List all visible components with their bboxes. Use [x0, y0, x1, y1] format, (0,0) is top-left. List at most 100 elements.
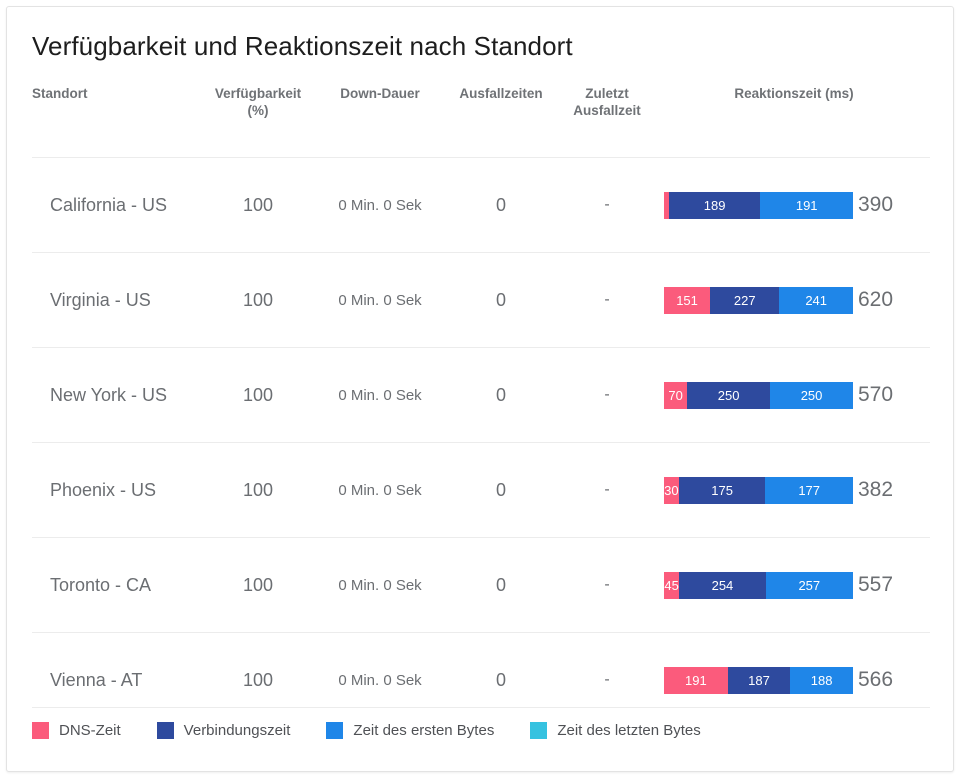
bar-segment-dns[interactable]: 191: [664, 666, 728, 694]
response-time-stacked-bar[interactable]: 45 254 257: [664, 571, 853, 599]
cell-last-outage: -: [556, 252, 658, 348]
bar-segment-value: 151: [676, 292, 698, 308]
legend-swatch-icon: [32, 722, 49, 739]
table-row: California - US 100 0 Min. 0 Sek 0- 189 191 39…: [32, 157, 930, 253]
bar-segment-value: 227: [733, 292, 756, 308]
bar-segment-dns[interactable]: 70: [664, 381, 688, 409]
response-time-bar-wrapper: 191 187 188 566: [658, 666, 930, 694]
bar-segment-dns[interactable]: 30: [664, 476, 679, 504]
legend-item[interactable]: Verbindungszeit: [156, 722, 291, 739]
bar-segment-value: 30: [664, 482, 679, 498]
response-time-bar-wrapper: 70 250 250 570: [658, 381, 930, 409]
cell-last-outage: -: [556, 157, 658, 253]
page-title: Verfügbarkeit und Reaktionszeit nach Sta…: [32, 31, 573, 61]
table-row: Virginia - US 100 0 Min. 0 Sek 0- 151 227 241 6…: [32, 252, 930, 348]
legend-swatch-icon: [156, 722, 174, 739]
table-row: Phoenix - US 100 0 Min. 0 Sek 0-30 175 177 382: [32, 442, 930, 538]
table-row: New York - US 100 0 Min. 0 Sek 0-70 250 250 57…: [32, 347, 930, 443]
column-header-response-time: Reaktionszeit (ms): [658, 85, 930, 158]
bar-segment-first-byte[interactable]: 257: [765, 571, 853, 599]
bar-segment-dns[interactable]: 45: [664, 571, 680, 599]
column-header-location-label: Standort: [32, 86, 88, 101]
response-time-stacked-bar[interactable]: 191 187 188: [664, 666, 853, 694]
cell-last-outage: -: [556, 442, 658, 538]
locations-table: Standort Verfügbarkeit (%) Down-Dauer Au…: [32, 85, 930, 727]
table-row: Toronto - CA 100 0 Min. 0 Sek 0-45 254 257 557: [32, 537, 930, 633]
cell-location: New York - US: [32, 347, 202, 443]
bar-segment-value: 257: [798, 577, 821, 593]
response-time-bar-wrapper: 189 191 390: [658, 191, 930, 219]
bar-segment-dns[interactable]: 151: [664, 286, 711, 314]
column-header-downtime-duration: Down-Dauer: [314, 85, 446, 158]
legend-item-label: Zeit des ersten Bytes: [353, 722, 495, 739]
cell-location: Phoenix - US: [32, 442, 202, 538]
cell-availability: 100: [202, 347, 314, 443]
response-time-stacked-bar[interactable]: 70 250 250: [664, 381, 853, 409]
table-body: California - US 100 0 Min. 0 Sek 0-189 191 39…: [32, 157, 930, 727]
column-header-outages: Ausfallzeiten: [446, 85, 556, 158]
column-header-downtime-duration-label: Down-Dauer: [340, 86, 420, 101]
cell-location: Virginia - US: [32, 252, 202, 348]
bar-segment-value: 191: [685, 672, 707, 688]
bar-segment-first-byte[interactable]: 188: [790, 666, 853, 694]
cell-response-time: 189 191 390: [658, 157, 930, 253]
response-time-total: 557: [858, 573, 894, 596]
column-header-last-outage-sublabel: Ausfallzeit: [573, 103, 641, 118]
legend-swatch-icon: [326, 722, 344, 739]
response-time-stacked-bar[interactable]: 30 175 177: [664, 476, 853, 504]
cell-last-outage: -: [556, 537, 658, 633]
bar-segment-value: 45: [664, 577, 679, 593]
bar-segment-connection[interactable]: 175: [678, 476, 766, 504]
bar-segment-connection[interactable]: 189: [668, 191, 761, 219]
cell-availability: 100: [202, 252, 314, 348]
cell-availability: 100: [202, 442, 314, 538]
response-time-total: 566: [858, 668, 894, 691]
cell-outages: 0: [446, 157, 556, 253]
bar-segment-value: 188: [810, 672, 833, 688]
cell-availability: 100: [202, 157, 314, 253]
cell-outages: 0: [446, 347, 556, 443]
column-header-availability-label: Verfügbarkeit: [214, 86, 302, 101]
table-header-row: Standort Verfügbarkeit (%) Down-Dauer Au…: [32, 85, 930, 158]
bar-segment-value: 187: [748, 672, 770, 688]
legend-item-label: Verbindungszeit: [183, 722, 291, 739]
response-time-stacked-bar[interactable]: 189 191: [664, 191, 853, 219]
bar-segment-connection[interactable]: 187: [727, 666, 791, 694]
response-time-bar-wrapper: 30 175 177 382: [658, 476, 930, 504]
legend-item[interactable]: Zeit des ersten Bytes: [326, 722, 494, 739]
cell-location: Toronto - CA: [32, 537, 202, 633]
cell-downtime-duration: 0 Min. 0 Sek: [314, 537, 446, 633]
column-header-response-time-label: Reaktionszeit (ms): [734, 86, 854, 101]
cell-outages: 0: [446, 252, 556, 348]
table-header: Standort Verfügbarkeit (%) Down-Dauer Au…: [32, 85, 930, 158]
bar-segment-first-byte[interactable]: 177: [765, 476, 853, 504]
bar-segment-value: 250: [800, 387, 823, 403]
cell-last-outage: -: [556, 347, 658, 443]
bar-segment-connection[interactable]: 227: [710, 286, 780, 314]
legend-item[interactable]: Zeit des letzten Bytes: [530, 722, 701, 739]
legend-swatch-icon: [530, 722, 548, 739]
availability-response-time-card: Verfügbarkeit und Reaktionszeit nach Sta…: [6, 6, 954, 772]
response-time-total: 620: [858, 288, 894, 311]
response-time-stacked-bar[interactable]: 151 227 241: [664, 286, 853, 314]
bar-segment-value: 191: [795, 197, 818, 213]
cell-downtime-duration: 0 Min. 0 Sek: [314, 252, 446, 348]
bar-segment-connection[interactable]: 250: [687, 381, 771, 409]
legend-item-label: Zeit des letzten Bytes: [557, 722, 701, 739]
legend-item[interactable]: DNS-Zeit: [32, 722, 121, 739]
response-time-total: 570: [858, 383, 894, 406]
column-header-availability: Verfügbarkeit (%): [202, 85, 314, 158]
legend-item-label: DNS-Zeit: [59, 722, 121, 739]
response-time-total: 390: [858, 193, 894, 216]
cell-downtime-duration: 0 Min. 0 Sek: [314, 157, 446, 253]
response-time-bar-wrapper: 45 254 257 557: [658, 571, 930, 599]
bar-segment-first-byte[interactable]: 241: [779, 286, 853, 314]
bar-segment-first-byte[interactable]: 250: [770, 381, 853, 409]
cell-location: California - US: [32, 157, 202, 253]
cell-availability: 100: [202, 537, 314, 633]
column-header-outages-label: Ausfallzeiten: [459, 86, 543, 101]
cell-outages: 0: [446, 537, 556, 633]
bar-segment-connection[interactable]: 254: [679, 571, 766, 599]
cell-response-time: 70 250 250 570: [658, 347, 930, 443]
bar-segment-first-byte[interactable]: 191: [760, 191, 853, 219]
